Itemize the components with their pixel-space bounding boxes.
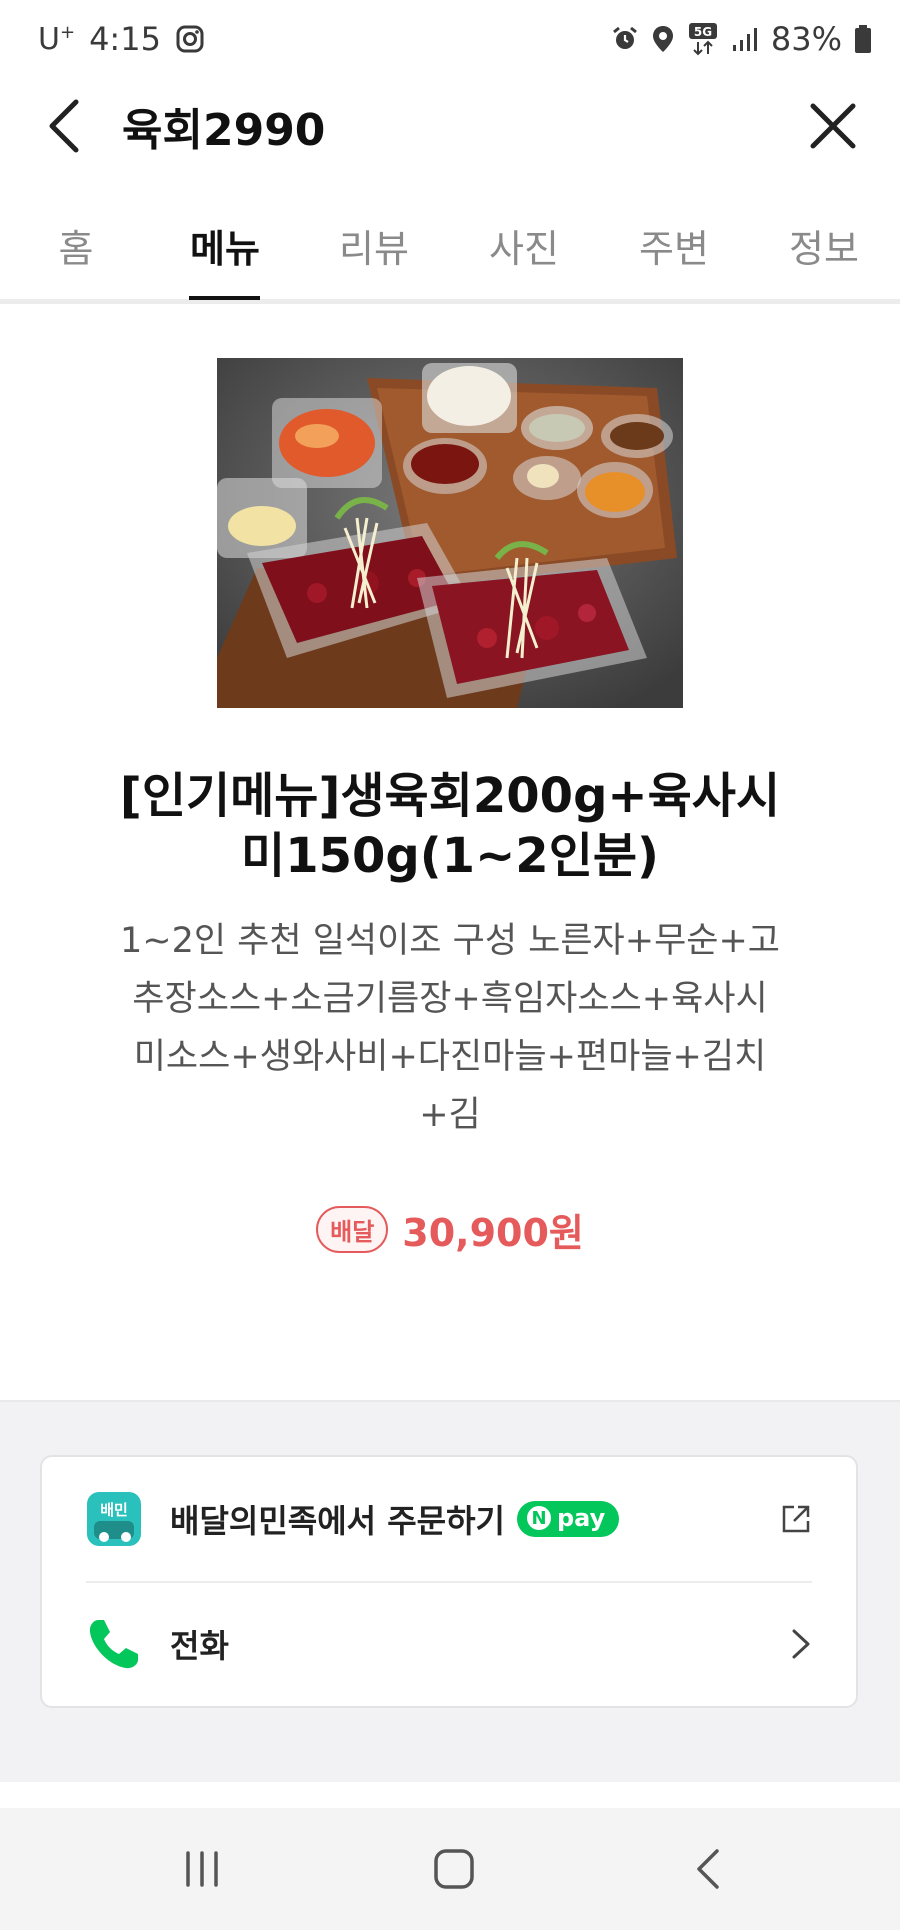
system-navigation-bar	[0, 1808, 900, 1930]
location-icon	[651, 24, 675, 54]
menu-item-name-line: [인기메뉴]생육회200g+육사시	[119, 768, 781, 824]
page-title: 육회2990	[122, 105, 326, 156]
system-back-button[interactable]	[678, 1844, 738, 1894]
description-line: 미소스+생와사비+다진마늘+편마늘+김치	[133, 1037, 767, 1077]
back-arrow-icon	[49, 99, 79, 153]
npay-badge: Npay	[516, 1501, 620, 1537]
alarm-icon	[611, 25, 639, 53]
delivery-badge: 배달	[316, 1205, 389, 1253]
active-tab-indicator	[189, 296, 260, 300]
back-button[interactable]	[46, 96, 96, 156]
status-left: U+ 4:15	[38, 20, 205, 58]
recent-apps-button[interactable]	[172, 1844, 232, 1894]
description-line: 1~2인 추천 일석이조 구성 노른자+무순+고	[119, 921, 781, 961]
clock: 4:15	[89, 20, 161, 58]
menu-item-name: [인기메뉴]생육회200g+육사시 미150g(1~2인분)	[80, 766, 820, 886]
price-row: 배달 30,900원	[0, 1204, 900, 1255]
battery-percent: 83%	[770, 20, 842, 58]
tab-menu[interactable]: 메뉴	[190, 218, 260, 273]
call-row[interactable]: 전화	[86, 1582, 812, 1706]
baemin-order-row[interactable]: 배민 배달의민족에서 주문하기 Npay	[86, 1457, 812, 1583]
menu-item-photo[interactable]	[217, 358, 683, 708]
status-right: 5G 83%	[611, 20, 872, 58]
close-icon	[810, 103, 856, 149]
phone-icon	[86, 1616, 142, 1672]
tab-info[interactable]: 정보	[789, 218, 859, 273]
home-button[interactable]	[424, 1844, 484, 1894]
top-app-bar: 육회2990	[0, 78, 900, 174]
chevron-right-icon	[790, 1627, 812, 1661]
baemin-app-icon: 배민	[86, 1491, 142, 1547]
home-icon	[434, 1849, 474, 1889]
menu-item-name-line: 미150g(1~2인분)	[241, 828, 659, 884]
description-line: 추장소스+소금기름장+흑임자소스+육사시	[132, 979, 768, 1019]
description-line: +김	[419, 1095, 481, 1135]
system-back-icon	[697, 1849, 719, 1889]
npay-n-mark: N	[526, 1506, 551, 1530]
tab-reviews[interactable]: 리뷰	[339, 218, 409, 273]
svg-text:5G: 5G	[694, 25, 712, 39]
tab-photos[interactable]: 사진	[489, 218, 559, 273]
call-label: 전화	[170, 1627, 229, 1665]
npay-label: pay	[556, 1504, 606, 1532]
order-actions-card: 배민 배달의민족에서 주문하기 Npay 전화	[40, 1455, 858, 1708]
instagram-icon	[175, 24, 205, 54]
external-link-icon	[780, 1503, 812, 1535]
status-bar: U+ 4:15 5G 83%	[0, 0, 900, 78]
menu-item-description: 1~2인 추천 일석이조 구성 노른자+무순+고 추장소스+소금기름장+흑임자소…	[110, 912, 790, 1144]
recent-apps-icon	[186, 1851, 218, 1887]
carrier-label: U+	[38, 21, 76, 57]
battery-icon	[854, 24, 872, 54]
baemin-order-label: 배달의민족에서 주문하기	[170, 1502, 505, 1540]
yukhoe-food-illustration	[217, 358, 683, 708]
svg-text:배민: 배민	[100, 1501, 128, 1519]
tab-nearby[interactable]: 주변	[639, 218, 709, 273]
signal-icon	[731, 25, 759, 53]
network-5g-icon: 5G	[687, 22, 719, 56]
close-button[interactable]	[806, 99, 860, 153]
menu-item-price: 30,900원	[402, 1210, 584, 1255]
tab-home[interactable]: 홈	[59, 218, 94, 273]
tab-bar: 홈 메뉴 리뷰 사진 주변 정보	[0, 200, 900, 304]
